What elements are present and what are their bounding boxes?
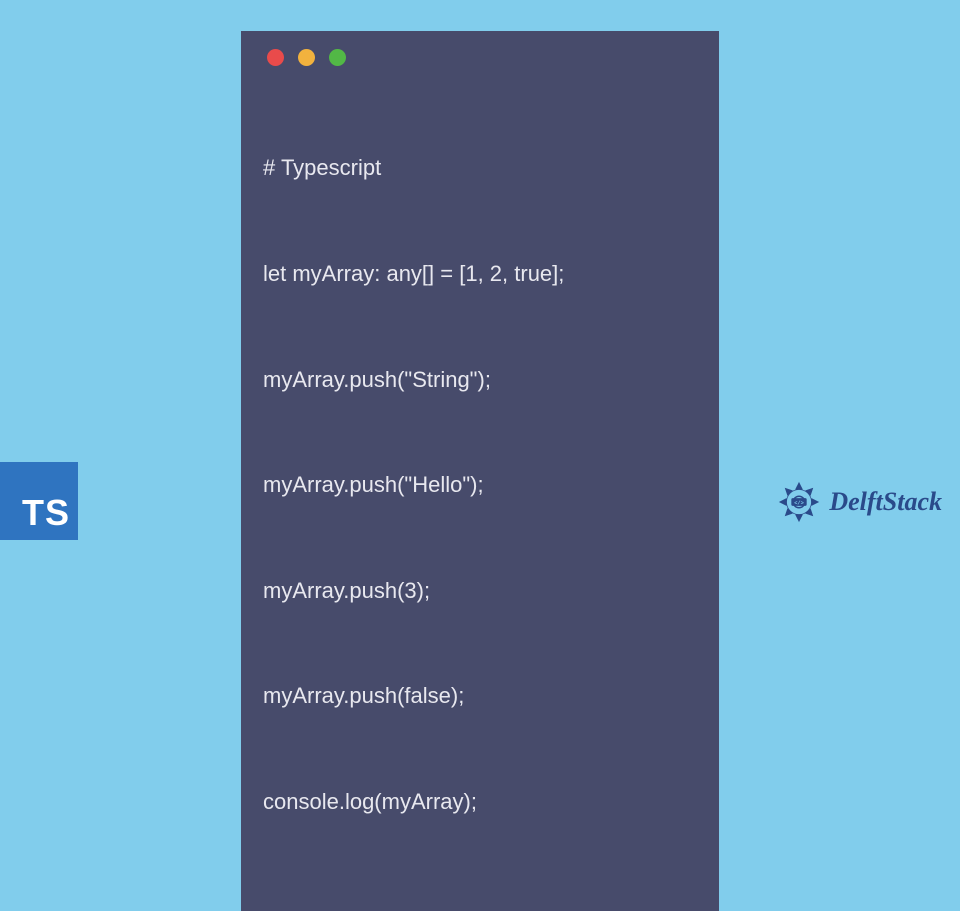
code-line: myArray.push(false);: [263, 678, 697, 713]
code-line: myArray.push("String");: [263, 362, 697, 397]
code-block: # Typescript let myArray: any[] = [1, 2,…: [263, 80, 697, 889]
code-line: # Typescript: [263, 150, 697, 185]
typescript-logo: TS: [0, 462, 78, 540]
minimize-icon: [298, 49, 315, 66]
brand-logo-icon: </>: [775, 478, 823, 526]
typescript-logo-text: TS: [22, 492, 70, 534]
code-window: # Typescript let myArray: any[] = [1, 2,…: [241, 31, 719, 911]
window-titlebar: [263, 49, 697, 66]
code-line: myArray.push("Hello");: [263, 467, 697, 502]
svg-text:</>: </>: [795, 500, 804, 506]
code-line: let myArray: any[] = [1, 2, true];: [263, 256, 697, 291]
close-icon: [267, 49, 284, 66]
maximize-icon: [329, 49, 346, 66]
code-line: console.log(myArray);: [263, 784, 697, 819]
brand-name: DelftStack: [829, 487, 942, 517]
brand: </> DelftStack: [775, 478, 942, 526]
code-line: myArray.push(3);: [263, 573, 697, 608]
